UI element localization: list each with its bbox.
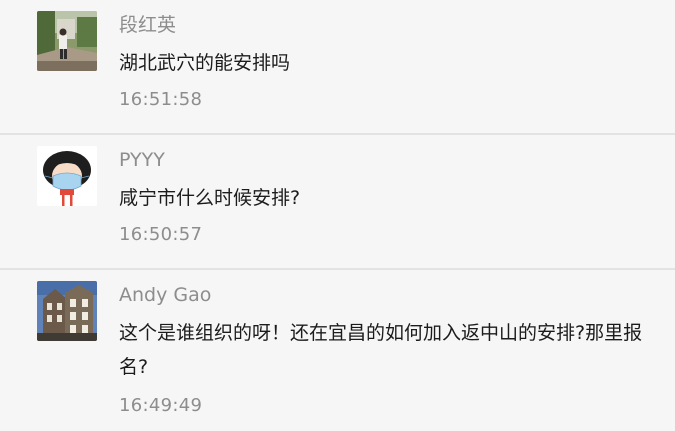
timestamp: 16:51:58: [119, 89, 203, 110]
comment-text: 咸宁市什么时候安排?: [119, 187, 301, 209]
nickname[interactable]: PYYY: [119, 148, 165, 172]
nickname[interactable]: Andy Gao: [119, 283, 211, 307]
comment-item: 段红英 湖北武穴的能安排吗 16:51:58: [0, 0, 675, 133]
avatar-photo-building-icon: [37, 281, 97, 341]
comment-item: Andy Gao 这个是谁组织的呀！还在宜昌的如何加入返中山的安排?那里报名? …: [0, 270, 675, 431]
avatar[interactable]: [37, 281, 97, 341]
avatar[interactable]: [37, 146, 97, 206]
avatar-cartoon-girl-mask-icon: [37, 146, 97, 206]
timestamp: 16:50:57: [119, 224, 203, 245]
avatar-photo-outdoor-icon: [37, 11, 97, 71]
comment-text: 这个是谁组织的呀！还在宜昌的如何加入返中山的安排?那里报名?: [119, 322, 643, 378]
timestamp: 16:49:49: [119, 395, 203, 416]
comment-list: 段红英 湖北武穴的能安排吗 16:51:58 PYYY 咸宁市什么时候安排? 1…: [0, 0, 675, 431]
avatar[interactable]: [37, 11, 97, 71]
comment-item: PYYY 咸宁市什么时候安排? 16:50:57: [0, 135, 675, 268]
nickname[interactable]: 段红英: [119, 13, 176, 37]
comment-text: 湖北武穴的能安排吗: [119, 52, 291, 74]
